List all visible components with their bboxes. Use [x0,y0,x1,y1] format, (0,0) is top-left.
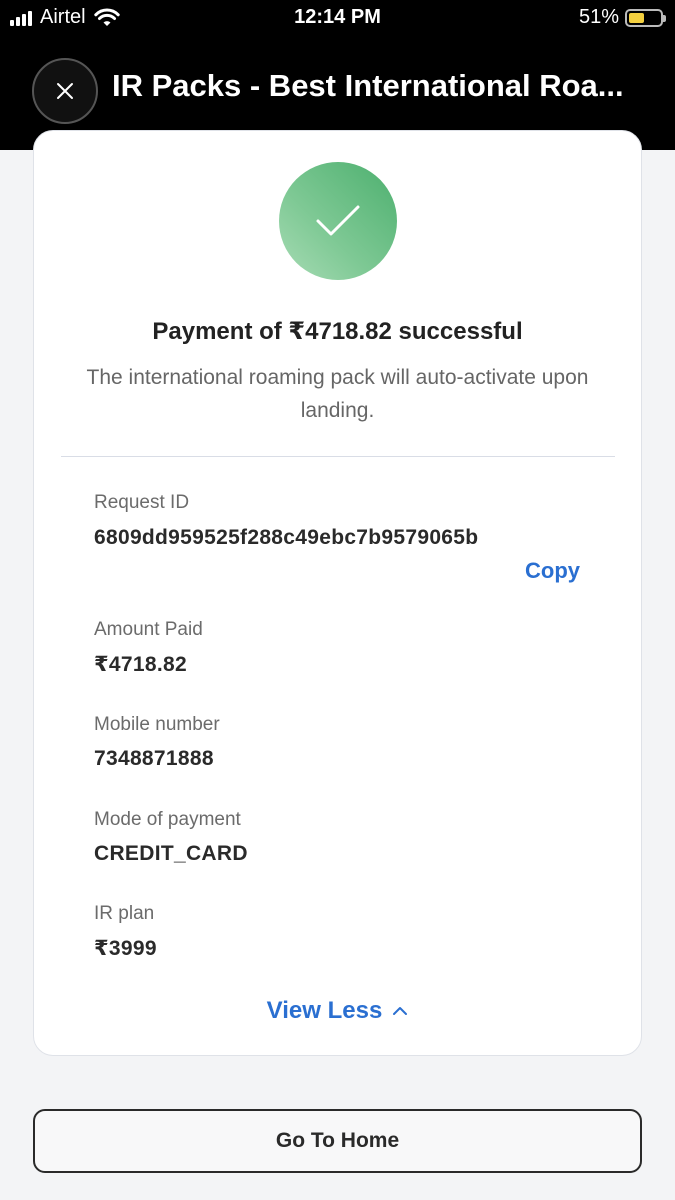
view-less-label: View Less [266,997,383,1024]
chevron-up-icon [393,1007,408,1015]
go-to-home-button[interactable]: Go To Home [33,1109,642,1173]
status-bar: Airtel 12:14 PM 51% [0,0,675,36]
status-right: 51% [578,6,666,29]
battery-icon [625,8,666,27]
payment-status-subtitle: The international roaming pack will auto… [86,366,589,422]
mobile-number-value: 7348871888 [94,747,214,770]
page-title: IR Packs - Best International Roa... [112,68,624,103]
amount-paid-label: Amount Paid [94,619,203,640]
payment-mode-label: Mode of payment [94,809,241,830]
payment-receipt-card: Payment of ₹4718.82 successful The inter… [33,130,642,1056]
checkmark-icon [316,205,360,236]
payment-status-title: Payment of ₹4718.82 successful [152,318,523,345]
copy-button[interactable]: Copy [525,558,580,584]
ir-plan-label: IR plan [94,903,155,924]
battery-fill [629,12,645,23]
status-time: 12:14 PM [294,6,381,28]
request-id-label: Request ID [94,492,190,513]
close-icon [57,83,73,99]
mobile-number-label: Mobile number [94,714,220,735]
success-badge [279,162,397,280]
payment-mode-value: CREDIT_CARD [94,842,248,865]
amount-paid-value: ₹4718.82 [94,653,187,676]
battery-percent: 51% [578,6,619,28]
divider [61,456,615,457]
ir-plan-value: ₹3999 [94,937,157,960]
request-id-value: 6809dd959525f288c49ebc7b9579065b [94,526,479,549]
close-button[interactable] [32,58,98,124]
view-less-button[interactable]: View Less [34,997,641,1025]
